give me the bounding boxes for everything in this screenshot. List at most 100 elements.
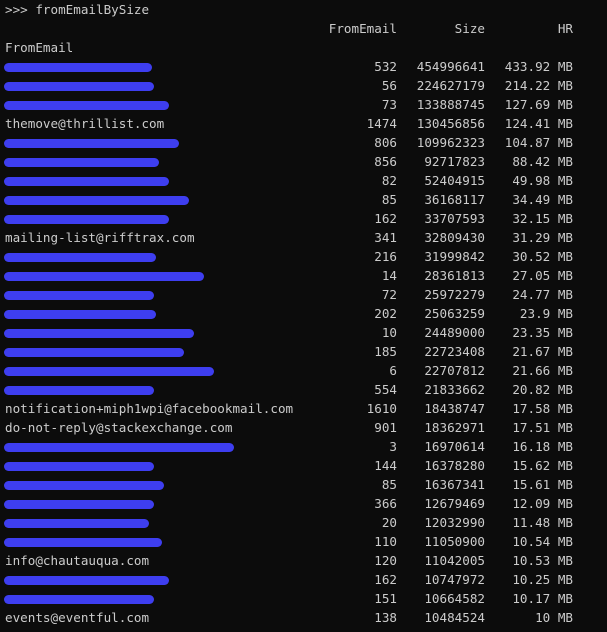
row-size: 22723408 — [424, 344, 485, 359]
row-hr: 17.58 MB — [512, 401, 573, 416]
row-hr: 17.51 MB — [512, 420, 573, 435]
row-from-email-count: 341 — [374, 230, 397, 245]
row-hr: 15.62 MB — [512, 458, 573, 473]
row-hr: 24.77 MB — [512, 287, 573, 302]
redaction-mark — [4, 481, 164, 490]
row-from-email-count: 20 — [381, 515, 397, 530]
row-from-email-count: 806 — [374, 135, 397, 150]
row-hr: 21.66 MB — [512, 363, 573, 378]
row-email: info@chautauqua.com — [5, 553, 150, 568]
redaction-mark — [4, 63, 152, 72]
row-email: events@eventful.com — [5, 610, 150, 625]
row-from-email-count: 56 — [381, 78, 397, 93]
row-from-email-count: 85 — [381, 192, 397, 207]
row-from-email-count: 901 — [374, 420, 397, 435]
row-hr: 10 MB — [535, 610, 573, 625]
row-hr: 34.49 MB — [512, 192, 573, 207]
row-hr: 23.35 MB — [512, 325, 573, 340]
row-from-email-count: 1474 — [366, 116, 397, 131]
row-size: 10747972 — [424, 572, 485, 587]
redaction-mark — [4, 177, 169, 186]
header-size: Size — [454, 21, 485, 36]
row-email: notification+miph1wpi@facebookmail.com — [5, 401, 294, 416]
row-size: 454996641 — [416, 59, 485, 74]
row-hr: 31.29 MB — [512, 230, 573, 245]
row-size: 10664582 — [424, 591, 485, 606]
row-size: 21833662 — [424, 382, 485, 397]
row-hr: 32.15 MB — [512, 211, 573, 226]
terminal-window[interactable]: >>> fromEmailBySize FromEmail Size HR Fr… — [0, 0, 607, 632]
redaction-mark — [4, 329, 194, 338]
row-hr: 10.53 MB — [512, 553, 573, 568]
row-size: 11050900 — [424, 534, 485, 549]
row-hr: 214.22 MB — [504, 78, 573, 93]
row-from-email-count: 85 — [381, 477, 397, 492]
row-size: 32809430 — [424, 230, 485, 245]
row-hr: 49.98 MB — [512, 173, 573, 188]
redaction-mark — [4, 367, 214, 376]
redaction-mark — [4, 253, 156, 262]
redaction-mark — [4, 272, 204, 281]
row-hr: 21.67 MB — [512, 344, 573, 359]
row-hr: 433.92 MB — [504, 59, 573, 74]
redaction-mark — [4, 500, 154, 509]
header-from-email: FromEmail — [328, 21, 397, 36]
row-from-email-count: 14 — [381, 268, 397, 283]
index-label: FromEmail — [5, 40, 74, 55]
row-hr: 20.82 MB — [512, 382, 573, 397]
redaction-mark — [4, 576, 169, 585]
redaction-mark — [4, 462, 154, 471]
row-hr: 23.9 MB — [519, 306, 573, 321]
command-prompt: >>> fromEmailBySize — [5, 2, 150, 17]
row-size: 25972279 — [424, 287, 485, 302]
row-size: 16367341 — [424, 477, 485, 492]
row-from-email-count: 151 — [374, 591, 397, 606]
row-email: themove@thrillist.com — [5, 116, 165, 131]
row-from-email-count: 82 — [381, 173, 397, 188]
redaction-mark — [4, 519, 149, 528]
row-hr: 104.87 MB — [504, 135, 573, 150]
row-size: 130456856 — [416, 116, 485, 131]
row-hr: 12.09 MB — [512, 496, 573, 511]
row-from-email-count: 162 — [374, 211, 397, 226]
redaction-mark — [4, 348, 184, 357]
row-from-email-count: 110 — [374, 534, 397, 549]
row-hr: 30.52 MB — [512, 249, 573, 264]
redaction-mark — [4, 310, 156, 319]
row-size: 10484524 — [424, 610, 485, 625]
row-hr: 27.05 MB — [512, 268, 573, 283]
redaction-mark — [4, 595, 154, 604]
row-size: 25063259 — [424, 306, 485, 321]
row-size: 224627179 — [416, 78, 485, 93]
row-from-email-count: 120 — [374, 553, 397, 568]
row-size: 31999842 — [424, 249, 485, 264]
row-from-email-count: 202 — [374, 306, 397, 321]
row-from-email-count: 532 — [374, 59, 397, 74]
row-size: 22707812 — [424, 363, 485, 378]
row-from-email-count: 73 — [381, 97, 397, 112]
redaction-mark — [4, 443, 234, 452]
row-size: 18438747 — [424, 401, 485, 416]
row-from-email-count: 144 — [374, 458, 397, 473]
row-from-email-count: 216 — [374, 249, 397, 264]
redaction-mark — [4, 82, 154, 91]
row-size: 12032990 — [424, 515, 485, 530]
row-size: 33707593 — [424, 211, 485, 226]
row-hr: 11.48 MB — [512, 515, 573, 530]
row-size: 52404915 — [424, 173, 485, 188]
row-hr: 16.18 MB — [512, 439, 573, 454]
row-hr: 10.25 MB — [512, 572, 573, 587]
row-email: mailing-list@rifftrax.com — [5, 230, 195, 245]
row-size: 16378280 — [424, 458, 485, 473]
row-from-email-count: 138 — [374, 610, 397, 625]
redaction-mark — [4, 158, 159, 167]
header-hr: HR — [557, 21, 573, 36]
row-from-email-count: 554 — [374, 382, 397, 397]
row-from-email-count: 72 — [381, 287, 397, 302]
row-from-email-count: 6 — [389, 363, 397, 378]
redaction-mark — [4, 196, 189, 205]
row-from-email-count: 856 — [374, 154, 397, 169]
redaction-mark — [4, 139, 179, 148]
row-size: 28361813 — [424, 268, 485, 283]
row-from-email-count: 366 — [374, 496, 397, 511]
